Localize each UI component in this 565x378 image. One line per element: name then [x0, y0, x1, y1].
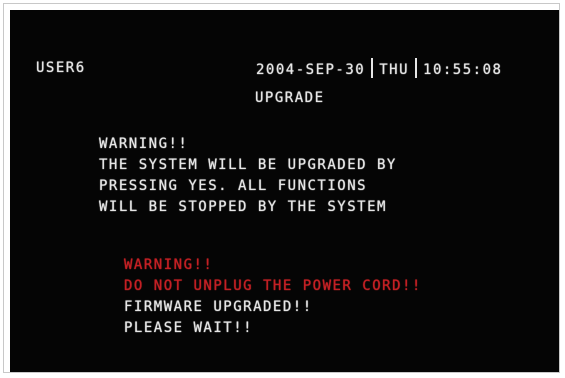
alert-heading: WARNING!! — [124, 257, 214, 273]
date-label: 2004-SEP-30 — [256, 62, 366, 78]
warning-text: THE SYSTEM WILL BE UPGRADED BY — [99, 157, 397, 173]
weekday-label: THU — [379, 62, 410, 78]
osd-screen: USER6 2004-SEP-30 THU 10:55:08 UPGRADE WAR… — [10, 10, 559, 372]
firmware-status: FIRMWARE UPGRADED!! — [124, 299, 313, 315]
wait-message: PLEASE WAIT!! — [124, 320, 254, 336]
warning-block: WARNING!! THE SYSTEM WILL BE UPGRADED BY… — [99, 134, 397, 218]
datetime-bar: 2004-SEP-30 THU 10:55:08 — [256, 58, 503, 80]
alert-text: DO NOT UNPLUG THE POWER CORD!! — [124, 278, 422, 294]
status-block: WARNING!! DO NOT UNPLUG THE POWER CORD!!… — [124, 255, 422, 339]
separator — [371, 58, 374, 78]
user-label: USER6 — [36, 60, 86, 76]
separator — [415, 58, 418, 78]
page-title: UPGRADE — [255, 90, 325, 106]
warning-text: PRESSING YES. ALL FUNCTIONS — [99, 178, 368, 194]
time-label: 10:55:08 — [423, 62, 503, 78]
warning-heading: WARNING!! — [99, 136, 189, 152]
warning-text: WILL BE STOPPED BY THE SYSTEM — [99, 199, 387, 215]
